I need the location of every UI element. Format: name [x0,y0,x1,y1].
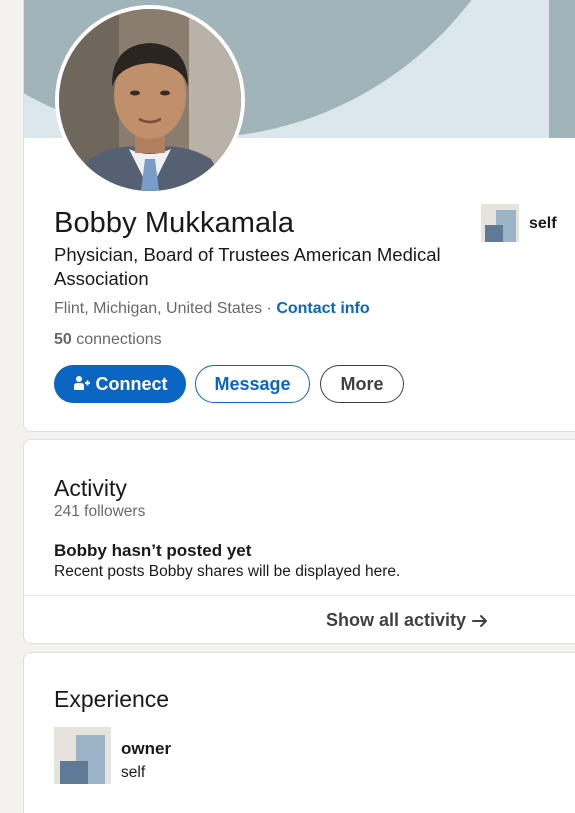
banner-strip [549,0,575,138]
company-logo-icon[interactable] [54,727,111,784]
add-person-icon [73,375,91,393]
profile-headline: Physician, Board of Trustees American Me… [54,244,441,289]
activity-title: Activity [54,475,127,501]
company-logo-icon[interactable] [481,204,519,242]
current-company-name[interactable]: self [529,215,557,233]
activity-card: Activity 241 followers Bobby hasn’t post… [23,439,575,644]
company-logo-placeholder-icon [481,204,519,242]
more-button[interactable]: More [320,365,404,403]
profile-location-line: Flint, Michigan, United States · Contact… [54,300,370,318]
experience-card: Experience owner self [23,652,575,813]
connections-count[interactable]: 50 connections [54,331,162,349]
show-all-activity-label: Show all activity [326,610,467,630]
location-separator: · [262,300,277,317]
message-button[interactable]: Message [195,365,310,403]
activity-empty-title: Bobby hasn’t posted yet [54,541,252,560]
experience-title: Experience [54,686,170,712]
activity-empty-description: Recent posts Bobby shares will be displa… [54,563,401,580]
profile-photo-image [59,9,241,191]
connect-label: Connect [95,373,168,394]
connections-label: connections [71,331,162,348]
profile-card: Bobby Mukkamala Physician, Board of Trus… [23,0,575,432]
activity-divider [24,595,575,596]
experience-item-company: self [121,764,146,781]
company-logo-placeholder-icon [54,727,111,784]
experience-item-title: owner [121,739,172,758]
show-all-activity-button[interactable]: Show all activity [326,610,489,631]
connections-number: 50 [54,331,72,348]
profile-location: Flint, Michigan, United States [54,300,263,317]
profile-name: Bobby Mukkamala [54,207,295,239]
connect-button[interactable]: Connect [54,365,186,403]
followers-count: 241 followers [54,503,146,520]
profile-photo[interactable] [55,5,245,195]
arrow-right-icon [472,614,489,628]
contact-info-link[interactable]: Contact info [276,300,369,317]
